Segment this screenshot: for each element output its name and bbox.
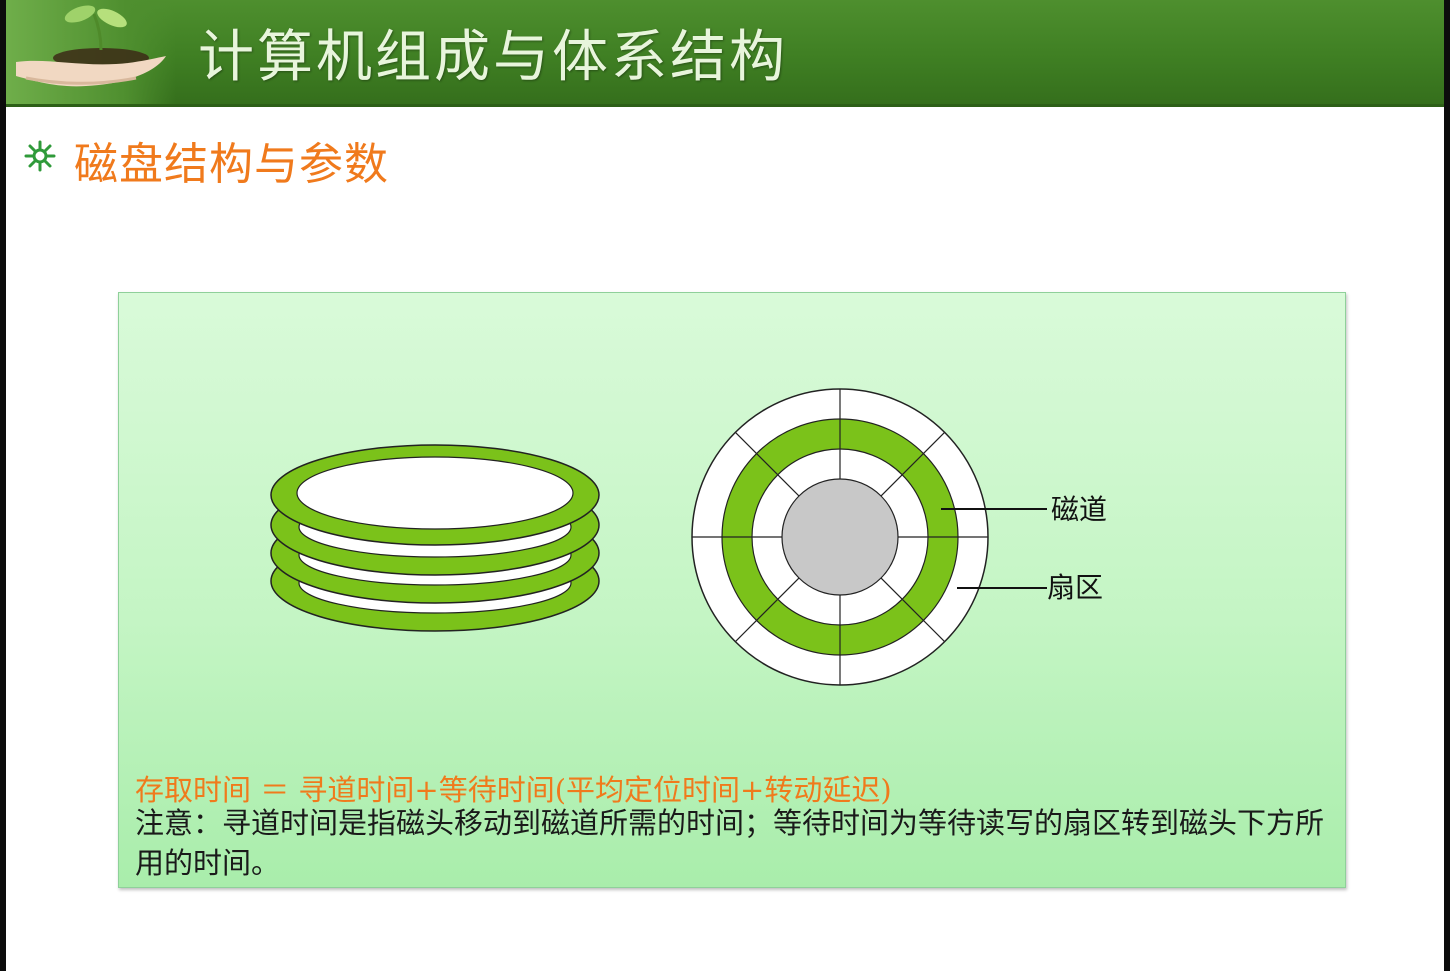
window-frame-right (1444, 0, 1450, 971)
section-title: 磁盘结构与参数 (74, 139, 389, 190)
spindle-hub (781, 478, 899, 596)
snowflake-bullet-icon (24, 140, 56, 172)
course-title: 计算机组成与体系结构 (198, 25, 788, 90)
disk-surface (691, 388, 989, 686)
slide-header: 计算机组成与体系结构 (6, 0, 1444, 107)
sector-label: 扇区 (1047, 571, 1103, 604)
explanation-note: 注意：寻道时间是指磁头移动到磁道所需的时间；等待时间为等待读写的扇区转到磁头下方… (135, 806, 1325, 880)
track-label: 磁道 (1051, 493, 1107, 526)
window-frame-left (0, 0, 6, 971)
content-panel: 磁道 扇区 存取时间 ＝ 寻道时间+等待时间(平均定位时间+转动延迟) 注意：寻… (118, 292, 1346, 888)
seedling-hands-logo (6, 0, 176, 104)
disk-platter-stack (270, 444, 600, 632)
